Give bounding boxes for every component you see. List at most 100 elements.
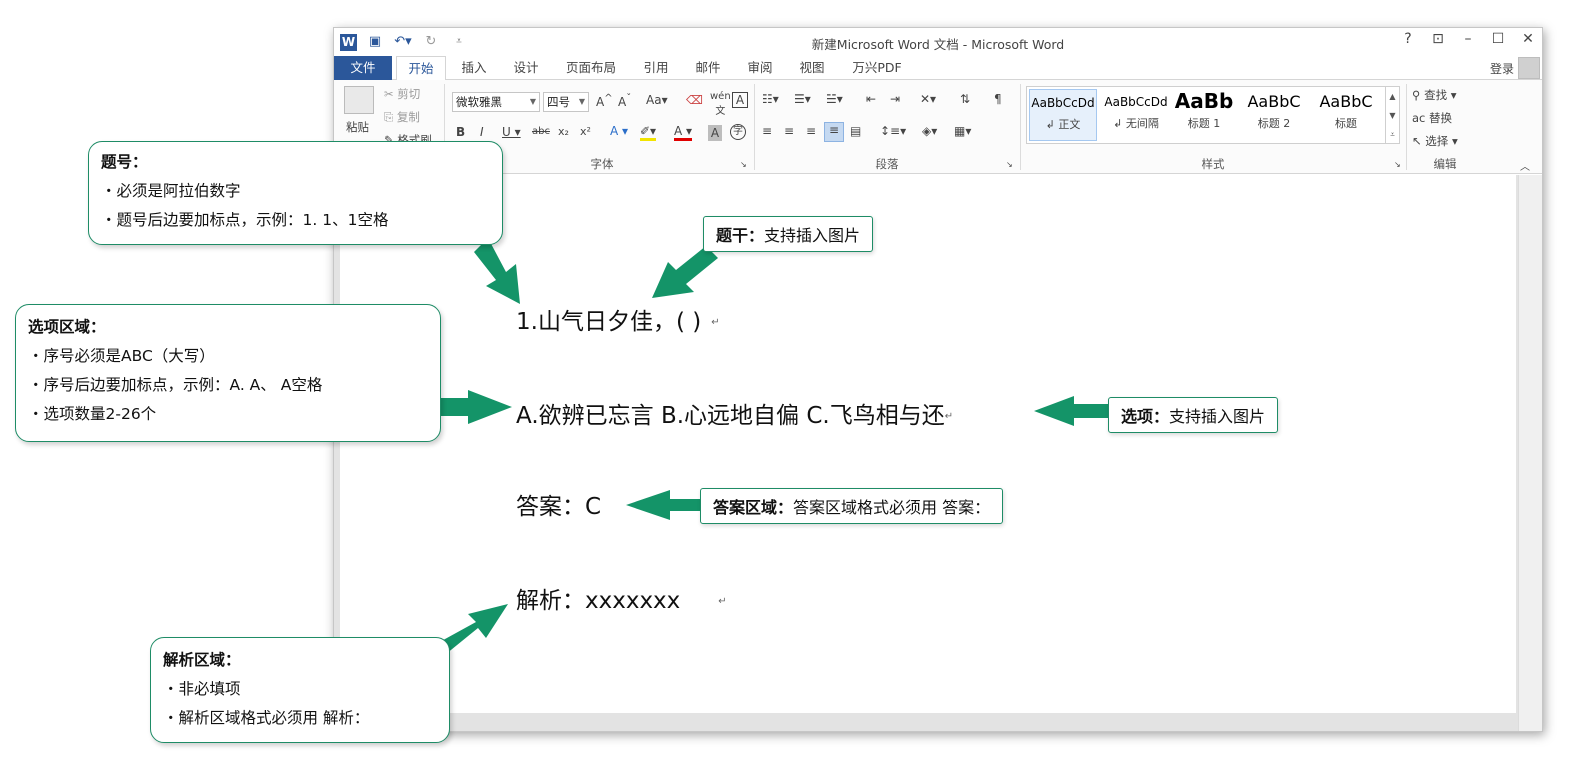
tab-review[interactable]: 审阅 [738,56,782,80]
divider [754,84,755,170]
align-left-icon[interactable]: ≡ [762,124,772,138]
cut-label: 剪切 [397,87,421,101]
style-no-spacing[interactable]: AaBbCcDd ↲ 无间隔 [1101,89,1171,141]
numbering-icon[interactable]: ☰▾ [794,92,811,106]
minimize-icon[interactable]: – [1460,31,1476,47]
word-window: W ▣ ↶▾ ↻ ⩡ 新建Microsoft Word 文档 - Microso… [333,27,1543,732]
tab-insert[interactable]: 插入 [452,56,496,80]
tab-wondershare-pdf[interactable]: 万兴PDF [842,56,912,80]
show-marks-icon[interactable]: ¶ [994,92,1002,106]
borders-icon[interactable]: ▦▾ [954,124,971,138]
subscript-icon[interactable]: x₂ [558,125,569,138]
clear-format-icon[interactable]: ⌫ [686,93,703,107]
increase-indent-icon[interactable]: ⇥ [890,92,900,106]
ribbon-tabs: 文件 开始 插入 设计 页面布局 引用 邮件 审阅 视图 万兴PDF 登录 [334,56,1542,81]
tab-references[interactable]: 引用 [634,56,678,80]
shading-icon[interactable]: ◈▾ [922,124,937,138]
styles-dialog-launcher-icon[interactable]: ↘ [1394,160,1401,169]
align-right-icon[interactable]: ≡ [806,124,816,138]
divider [1020,84,1021,170]
paste-button[interactable]: 粘贴 [346,119,369,135]
text-effects-icon[interactable]: A ▾ [610,124,628,138]
style-title[interactable]: AaBbC 标题 [1311,89,1381,141]
underline-icon[interactable]: U ▾ [502,125,521,139]
distributed-icon[interactable]: ▤ [850,124,861,138]
font-name-combo[interactable]: 微软雅黑 ▼ [452,92,540,112]
style-heading-1[interactable]: AaBb 标题 1 [1173,89,1235,141]
bold-icon[interactable]: B [456,125,465,139]
chevron-down-icon: ▼ [578,97,585,106]
replace-label: 替换 [1429,111,1453,125]
help-icon[interactable]: ? [1400,31,1416,47]
pinyin-icon[interactable]: wén 文 [710,91,731,117]
font-color-icon[interactable]: A ▾ [674,124,693,141]
align-center-icon[interactable]: ≡ [784,124,794,138]
style-normal[interactable]: AaBbCcDd ↲ 正文 [1029,89,1097,141]
divider [1406,84,1407,170]
tag-stem: 题干：支持插入图片 [703,216,874,252]
find-label: 查找 [1424,88,1448,102]
tab-layout[interactable]: 页面布局 [556,56,626,80]
bullets-icon[interactable]: ☷▾ [762,92,779,106]
style-name: ↲ 无间隔 [1113,117,1159,130]
title-bar: W ▣ ↶▾ ↻ ⩡ 新建Microsoft Word 文档 - Microso… [334,28,1542,56]
paste-icon[interactable] [344,86,374,114]
line-spacing-icon[interactable]: ↕≡▾ [880,124,906,138]
sort-icon[interactable]: ⇅ [960,92,970,106]
copy-icon: ⎘ [384,110,397,124]
cut-button[interactable]: ✂ 剪切 [384,86,420,102]
tab-file[interactable]: 文件 [334,56,392,80]
char-border-icon[interactable]: A [732,92,748,108]
login-link[interactable]: 登录 [1490,60,1514,77]
paragraph-dialog-launcher-icon[interactable]: ↘ [1006,160,1013,169]
document-page[interactable] [340,175,1516,713]
answer-line[interactable]: 答案：C [516,487,601,521]
tab-design[interactable]: 设计 [504,56,548,80]
enclose-char-icon[interactable]: 字 [730,124,746,140]
shrink-font-icon[interactable]: Aˇ [618,93,631,109]
asian-layout-icon[interactable]: ✕▾ [920,92,936,106]
avatar[interactable] [1518,57,1540,79]
vertical-scrollbar[interactable] [1518,175,1542,731]
justify-icon[interactable]: ≡ [824,122,844,142]
replace-button[interactable]: ac 替换 [1412,110,1452,126]
gallery-scroll[interactable]: ▲ ▼ ⩡ [1385,87,1399,143]
char-shading-icon[interactable]: A [708,125,722,141]
styles-group-label: 样式 [1201,157,1225,171]
maximize-icon[interactable]: ☐ [1490,31,1506,47]
options-line[interactable]: A.欲辨已忘言 B.心远地自偏 C.飞鸟相与还↵ [516,396,953,430]
question-line[interactable]: 1.山气日夕佳，( ) ↵ [516,302,720,336]
decrease-indent-icon[interactable]: ⇤ [866,92,876,106]
style-heading-2[interactable]: AaBbC 标题 2 [1241,89,1307,141]
close-icon[interactable]: ✕ [1520,31,1536,47]
editing-group-label: 编辑 [1433,157,1457,171]
font-size-combo[interactable]: 四号 ▼ [543,92,589,112]
highlight-icon[interactable]: ✐▾ [640,124,657,141]
superscript-icon[interactable]: x² [580,125,591,138]
paragraph-mark: ↵ [711,317,720,328]
callout-line: ・序号必须是ABC（大写） [28,347,215,365]
binoculars-icon: ⚲ [1412,88,1425,102]
collapse-ribbon-icon[interactable]: ︿ [1520,158,1530,173]
tag-answer-area: 答案区域：答案区域格式必须用 答案： [700,488,1004,524]
callout-title: 解析区域： [163,651,241,669]
select-button[interactable]: ↖ 选择 ▾ [1412,133,1458,149]
strikethrough-icon[interactable]: abc [532,126,550,137]
ribbon-display-icon[interactable]: ⊡ [1430,31,1446,47]
paragraph-mark: ↵ [718,596,727,607]
tab-mailings[interactable]: 邮件 [686,56,730,80]
font-size-value: 四号 [547,95,570,109]
analysis-line[interactable]: 解析：xxxxxxx ↵ [516,581,727,615]
paragraph-mark: ↵ [944,411,954,422]
find-button[interactable]: ⚲ 查找 ▾ [1412,87,1457,103]
change-case-icon[interactable]: Aa▾ [646,93,668,107]
tab-view[interactable]: 视图 [790,56,834,80]
multilevel-list-icon[interactable]: ☱▾ [826,92,843,106]
grow-font-icon[interactable]: A^ [596,93,613,109]
italic-icon[interactable]: I [480,125,484,139]
font-dialog-launcher-icon[interactable]: ↘ [740,160,747,169]
callout-title: 选项区域： [28,318,106,336]
copy-button[interactable]: ⎘ 复制 [384,109,420,125]
tab-home[interactable]: 开始 [396,56,446,81]
callout-question-number: 题号： ・必须是阿拉伯数字 ・题号后边要加标点，示例：1. 1、1空格 [88,141,503,245]
